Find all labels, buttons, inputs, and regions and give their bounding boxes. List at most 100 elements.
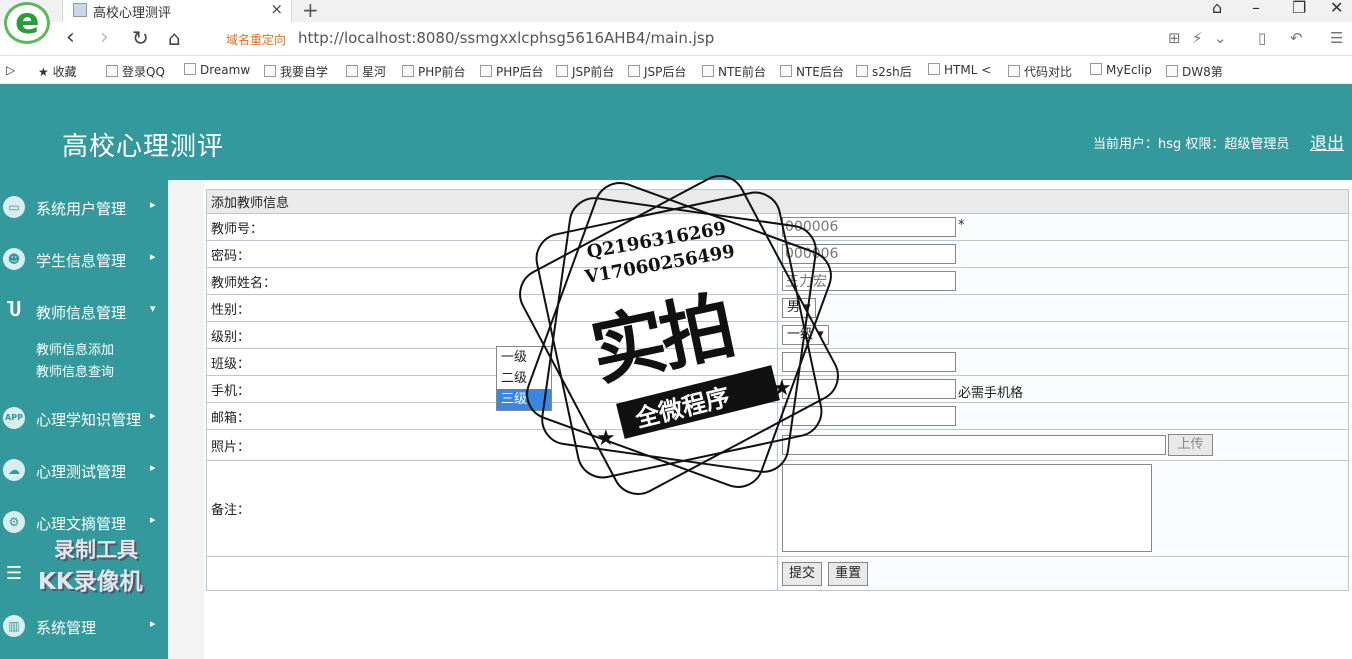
menu-icon[interactable]: ☰: [1330, 29, 1343, 47]
gender-value: 男: [787, 300, 801, 315]
bookmarks-bar: ▷ ★ 收藏 登录QQ Dreamw 我要自学 星河 PHP前台 PHP后台 J…: [0, 57, 1352, 84]
level-option[interactable]: 二级: [497, 368, 551, 389]
gender-select[interactable]: 男 ▾: [782, 298, 816, 318]
level-label: 级别：: [206, 321, 778, 349]
redirect-label: 域名重定向: [226, 33, 287, 47]
teacher-icon: Ⴎ: [6, 300, 22, 321]
sidebar-item-label: 学生信息管理: [36, 252, 127, 270]
back-icon[interactable]: ‹: [66, 26, 75, 50]
bookmark-item[interactable]: PHP前台: [402, 63, 466, 80]
bookmark-item[interactable]: NTE后台: [780, 63, 844, 80]
new-tab-icon[interactable]: +: [302, 0, 319, 22]
submenu-teacher-query[interactable]: 教师信息查询: [36, 361, 114, 380]
password-input[interactable]: [782, 244, 956, 264]
class-input[interactable]: [782, 352, 956, 372]
phone-label: 手机：: [206, 375, 778, 403]
chart-icon: ▥: [3, 615, 25, 637]
home-icon[interactable]: ⌂: [168, 26, 181, 50]
notes-label: 备注：: [206, 460, 778, 557]
close-tab-icon[interactable]: ×: [270, 0, 283, 18]
level-select[interactable]: 一级 ▾: [782, 325, 829, 345]
submenu-teacher-add[interactable]: 教师信息添加: [36, 339, 114, 358]
phone-input[interactable]: [782, 379, 956, 399]
tab-title: 高校心理测评: [93, 6, 172, 21]
teacher-no-input[interactable]: [782, 217, 956, 237]
sidebar-item-label: 教师信息管理: [36, 304, 127, 322]
bookmark-item[interactable]: NTE前台: [702, 63, 766, 80]
url-input[interactable]: http://localhost:8080/ssmgxxlcphsg5616AH…: [298, 29, 714, 47]
logout-link[interactable]: 退出: [1310, 129, 1344, 154]
close-window-icon[interactable]: ✕: [1330, 0, 1343, 17]
bookmark-item[interactable]: HTML <: [928, 63, 991, 77]
sidebar-item-system-users[interactable]: ▭ 系统用户管理 ▸: [0, 192, 168, 222]
browser-tab-strip: 高校心理测评 × + ⌂ – ❐ ✕: [0, 0, 1352, 22]
shirt-skin-icon[interactable]: ⌂: [1212, 0, 1222, 17]
teacher-name-input[interactable]: [782, 271, 956, 291]
bookmark-item[interactable]: s2sh后: [856, 63, 912, 80]
bookmark-item[interactable]: ★ 收藏: [38, 63, 77, 80]
bookmark-item[interactable]: DW8第: [1166, 63, 1223, 80]
bookmark-item[interactable]: JSP后台: [628, 63, 686, 80]
level-value: 一级: [787, 327, 814, 342]
bookmark-item[interactable]: 代码对比: [1008, 63, 1072, 80]
bookmark-item[interactable]: 登录QQ: [106, 63, 165, 80]
photo-path-input[interactable]: [782, 435, 1166, 455]
chevron-down-icon: ▾: [150, 302, 156, 315]
sidebar-item-teachers[interactable]: Ⴎ 教师信息管理 ▾: [0, 296, 168, 326]
sidebar-item-system-admin[interactable]: ▥ 系统管理 ▸: [0, 611, 168, 641]
bookmark-item[interactable]: 我要自学: [264, 63, 328, 80]
sidebar-item-label: 心理测试管理: [36, 463, 127, 481]
bookmark-item[interactable]: Dreamw: [184, 63, 250, 77]
minimize-icon[interactable]: –: [1252, 0, 1260, 17]
current-user-info: 当前用户：hsg 权限：超级管理员: [1093, 137, 1290, 152]
sidebar-item-psychology-knowledge[interactable]: APP 心理学知识管理 ▸: [0, 403, 168, 433]
forward-icon[interactable]: ›: [100, 26, 109, 50]
reader-icon[interactable]: ▯: [1258, 29, 1266, 47]
submit-button[interactable]: 提交: [782, 561, 823, 586]
bookmark-item[interactable]: MyEclip: [1090, 63, 1152, 77]
level-option[interactable]: 一级: [497, 347, 551, 368]
teacher-name-label: 教师姓名：: [206, 267, 778, 295]
restore-icon[interactable]: ❐: [1292, 0, 1306, 17]
sidebar-item-label: 系统管理: [36, 619, 97, 637]
browser-tab[interactable]: 高校心理测评 ×: [62, 0, 292, 22]
app-title: 高校心理测评: [62, 132, 225, 162]
buttons-spacer: [206, 556, 778, 591]
level-dropdown-list: 一级 二级 三级: [496, 346, 552, 411]
lightning-icon[interactable]: ⚡: [1192, 29, 1203, 47]
sidebar-item-psychology-tests[interactable]: ☁ 心理测试管理 ▸: [0, 455, 168, 485]
bookmark-item[interactable]: 星河: [346, 63, 386, 80]
undo-icon[interactable]: ↶: [1290, 29, 1303, 47]
grid-icon[interactable]: ⊞: [1168, 29, 1181, 47]
sidebar-item-label: 系统用户管理: [36, 200, 127, 218]
reset-button[interactable]: 重置: [828, 561, 869, 586]
cloud-icon: ☁: [3, 459, 25, 481]
sidebar-toggle-icon[interactable]: ▷: [6, 63, 15, 77]
email-input[interactable]: [782, 406, 956, 426]
refresh-icon[interactable]: ↻: [132, 26, 149, 50]
gear-icon: ⚙: [3, 511, 25, 533]
bookmark-item[interactable]: JSP前台: [556, 63, 614, 80]
add-teacher-form: 添加教师信息 教师号： * 密码： 教师姓名： 性别： 男 ▾ 级别： 一级 ▾…: [206, 189, 1349, 591]
sidebar-item-students[interactable]: ☻ 学生信息管理 ▸: [0, 244, 168, 274]
notes-textarea[interactable]: [782, 463, 1152, 552]
photo-label: 照片：: [206, 429, 778, 461]
sidebar-item-psychology-digest[interactable]: ⚙ 心理文摘管理 ▸: [0, 507, 168, 537]
chevron-right-icon: ▸: [150, 198, 156, 211]
upload-button[interactable]: 上传: [1168, 434, 1213, 456]
chevron-right-icon: ▸: [150, 409, 156, 422]
bookmark-item[interactable]: PHP后台: [480, 63, 544, 80]
sidebar-item-label: 心理文摘管理: [36, 515, 127, 533]
chevron-down-icon[interactable]: ⌄: [1214, 29, 1227, 47]
sidebar-item-hidden[interactable]: ☰: [0, 559, 168, 589]
database-icon: ☰: [5, 563, 23, 584]
app-icon: APP: [3, 407, 25, 429]
password-label: 密码：: [206, 240, 778, 268]
address-bar: ‹ › ↻ ⌂ 域名重定向 http://localhost:8080/ssmg…: [0, 22, 1352, 56]
sidebar-item-label: 心理学知识管理: [36, 411, 142, 429]
monitor-icon: ▭: [3, 196, 25, 218]
chevron-right-icon: ▸: [150, 250, 156, 263]
level-option-highlighted[interactable]: 三级: [497, 389, 551, 410]
form-caption: 添加教师信息: [206, 189, 1349, 214]
chevron-right-icon: ▸: [150, 461, 156, 474]
